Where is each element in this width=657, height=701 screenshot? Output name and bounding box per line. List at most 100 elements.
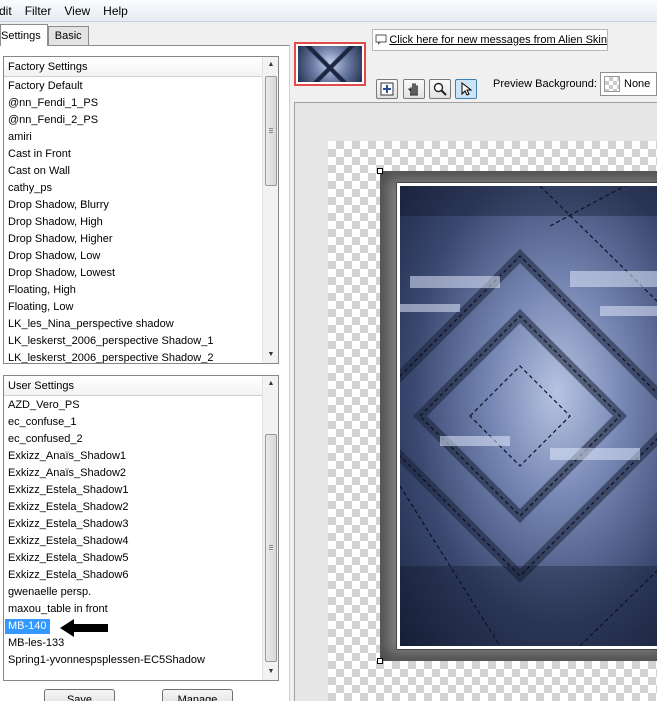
- user-settings-list[interactable]: User Settings AZD_Vero_PS ec_confuse_1 ec_…: [3, 375, 279, 681]
- thumbnail-image: [298, 46, 362, 82]
- list-item-selected[interactable]: MB-140: [4, 618, 262, 635]
- black-arrow-icon: [60, 619, 108, 637]
- manage-button[interactable]: Manage: [162, 689, 233, 701]
- list-item[interactable]: Exkizz_Estela_Shadow5: [4, 550, 262, 567]
- list-item-label: AZD_Vero_PS: [8, 399, 80, 411]
- list-item[interactable]: Floating, Low: [4, 299, 262, 316]
- list-item-label: amiri: [8, 131, 32, 143]
- list-item[interactable]: ec_confused_2: [4, 431, 262, 448]
- navigator-thumbnail[interactable]: [294, 42, 366, 86]
- scroll-thumb[interactable]: [265, 76, 277, 186]
- tab-basic[interactable]: Basic: [47, 26, 89, 46]
- menu-help[interactable]: Help: [103, 0, 135, 22]
- message-bar[interactable]: Click here for new messages from Alien S…: [372, 29, 608, 51]
- list-item[interactable]: ec_confuse_1: [4, 414, 262, 431]
- preview-canvas[interactable]: [294, 102, 657, 701]
- list-item[interactable]: Drop Shadow, High: [4, 214, 262, 231]
- list-item-label: Floating, Low: [8, 301, 74, 313]
- list-item[interactable]: Drop Shadow, Higher: [4, 231, 262, 248]
- resize-handle[interactable]: [377, 168, 383, 174]
- list-item[interactable]: Exkizz_Estela_Shadow4: [4, 533, 262, 550]
- list-item-label: Cast on Wall: [8, 165, 70, 177]
- preview-panel: Click here for new messages from Alien S…: [290, 22, 657, 701]
- tab-settings[interactable]: Settings: [0, 24, 48, 46]
- preview-image: [400, 186, 657, 646]
- list-item-label: gwenaelle persp.: [8, 586, 92, 598]
- list-item-label: Floating, High: [8, 284, 76, 296]
- preview-background-label: Preview Background:: [493, 78, 597, 90]
- resize-handle[interactable]: [377, 658, 383, 664]
- list-item[interactable]: Exkizz_Estela_Shadow2: [4, 499, 262, 516]
- navigate-icon[interactable]: [376, 79, 398, 99]
- pointer-icon[interactable]: [455, 79, 477, 99]
- settings-tab-panel: Factory Settings Factory Default @nn_Fend…: [0, 45, 290, 701]
- zoom-icon[interactable]: [429, 79, 451, 99]
- list-item[interactable]: Exkizz_Estela_Shadow6: [4, 567, 262, 584]
- transparent-swatch-icon: [604, 76, 620, 92]
- list-item[interactable]: Exkizz_Estela_Shadow3: [4, 516, 262, 533]
- factory-scrollbar[interactable]: ▲ ▼: [262, 57, 278, 363]
- list-item-label: Exkizz_Estela_Shadow3: [8, 518, 129, 530]
- factory-settings-header: Factory Settings: [4, 57, 278, 77]
- scroll-up-icon[interactable]: ▲: [263, 57, 278, 73]
- list-item-label: @nn_Fendi_2_PS: [8, 114, 99, 126]
- preview-image-frame: [396, 182, 657, 650]
- list-item[interactable]: amiri: [4, 129, 262, 146]
- list-item[interactable]: Exkizz_Anaïs_Shadow2: [4, 465, 262, 482]
- list-item[interactable]: Cast on Wall: [4, 163, 262, 180]
- factory-settings-list[interactable]: Factory Settings Factory Default @nn_Fend…: [3, 56, 279, 364]
- message-icon: [373, 33, 389, 48]
- menu-view[interactable]: View: [64, 0, 97, 22]
- menu-filter[interactable]: Filter: [25, 0, 59, 22]
- list-item-label: MB-140: [5, 619, 50, 634]
- list-item[interactable]: AZD_Vero_PS: [4, 397, 262, 414]
- user-settings-header: User Settings: [4, 376, 278, 396]
- list-item[interactable]: Exkizz_Estela_Shadow1: [4, 482, 262, 499]
- list-item-label: Drop Shadow, Lowest: [8, 267, 116, 279]
- list-item-label: Exkizz_Anaïs_Shadow2: [8, 467, 127, 479]
- list-item[interactable]: Floating, High: [4, 282, 262, 299]
- list-item-label: cathy_ps: [8, 182, 53, 194]
- list-item[interactable]: maxou_table in front: [4, 601, 262, 618]
- list-item-label: Exkizz_Estela_Shadow4: [8, 535, 129, 547]
- list-item[interactable]: cathy_ps: [4, 180, 262, 197]
- scroll-thumb[interactable]: [265, 434, 277, 662]
- list-item[interactable]: LK_les_Nina_perspective shadow: [4, 316, 262, 333]
- scroll-up-icon[interactable]: ▲: [263, 376, 278, 392]
- list-item-label: MB-les-133: [8, 637, 65, 649]
- save-button[interactable]: Save: [44, 689, 115, 701]
- scroll-down-icon[interactable]: ▼: [263, 347, 278, 363]
- list-item[interactable]: Drop Shadow, Low: [4, 248, 262, 265]
- list-item[interactable]: Drop Shadow, Lowest: [4, 265, 262, 282]
- list-item[interactable]: MB-les-133: [4, 635, 262, 652]
- list-item[interactable]: @nn_Fendi_2_PS: [4, 112, 262, 129]
- list-item[interactable]: Drop Shadow, Blurry: [4, 197, 262, 214]
- user-scrollbar[interactable]: ▲ ▼: [262, 376, 278, 680]
- list-item-label: maxou_table in front: [8, 603, 108, 615]
- list-item[interactable]: LK_leskerst_2006_perspective Shadow_2: [4, 350, 262, 363]
- menu-bar: dit Filter View Help: [0, 0, 657, 22]
- preview-background-value: None: [624, 78, 651, 90]
- list-item-label: @nn_Fendi_1_PS: [8, 97, 99, 109]
- list-item-label: Exkizz_Estela_Shadow5: [8, 552, 129, 564]
- list-item[interactable]: Factory Default: [4, 78, 262, 95]
- list-item[interactable]: LK_leskerst_2006_perspective Shadow_1: [4, 333, 262, 350]
- list-item-label: ec_confused_2: [8, 433, 83, 445]
- list-item-label: Spring1-yvonnespsplessen-EC5Shadow: [8, 654, 205, 666]
- list-item-label: Drop Shadow, High: [8, 216, 103, 228]
- list-item-label: ec_confuse_1: [8, 416, 77, 428]
- list-item[interactable]: gwenaelle persp.: [4, 584, 262, 601]
- alien-skin-messages-link[interactable]: Click here for new messages from Alien S…: [389, 34, 607, 46]
- scroll-down-icon[interactable]: ▼: [263, 664, 278, 680]
- list-item[interactable]: Spring1-yvonnespsplessen-EC5Shadow: [4, 652, 262, 669]
- preview-background-select[interactable]: None: [600, 72, 657, 96]
- menu-edit[interactable]: dit: [0, 0, 19, 22]
- list-item[interactable]: Exkizz_Anaïs_Shadow1: [4, 448, 262, 465]
- list-item[interactable]: Cast in Front: [4, 146, 262, 163]
- list-item-label: Drop Shadow, Blurry: [8, 199, 109, 211]
- list-item-label: Drop Shadow, Higher: [8, 233, 113, 245]
- list-item-label: Factory Default: [8, 80, 83, 92]
- hand-icon[interactable]: [403, 79, 425, 99]
- tab-bar: Settings Basic: [0, 24, 89, 46]
- list-item[interactable]: @nn_Fendi_1_PS: [4, 95, 262, 112]
